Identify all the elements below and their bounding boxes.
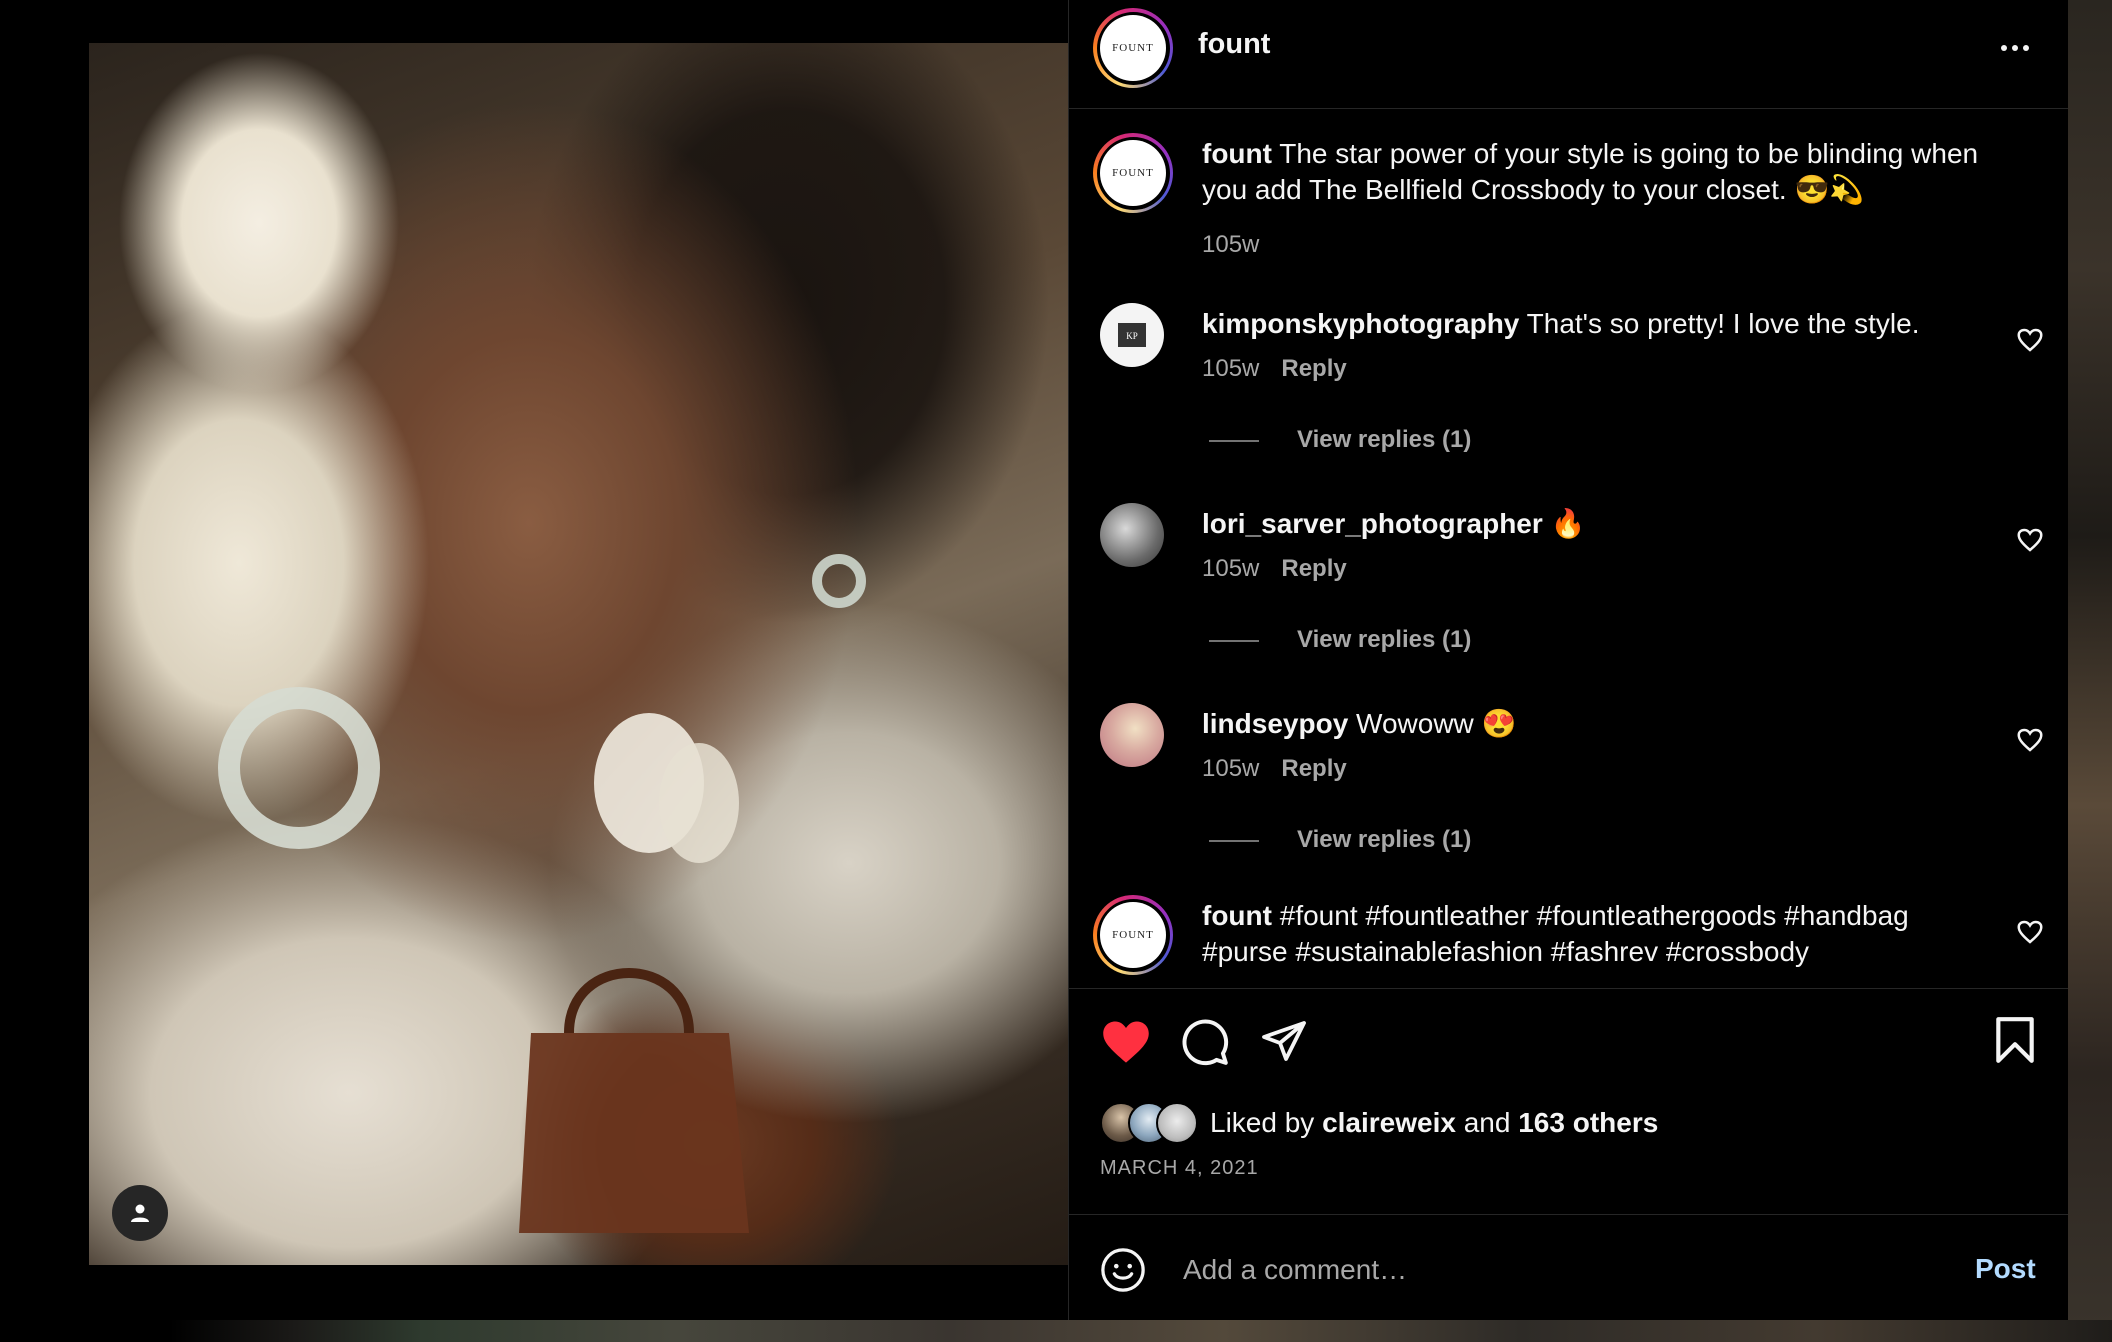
more-options-button[interactable] (1993, 30, 2037, 66)
share-icon[interactable] (1260, 1017, 1308, 1065)
emoji-icon[interactable] (1100, 1247, 1146, 1293)
bookmark-icon[interactable] (1993, 1015, 2037, 1065)
post-actions: Liked by claireweix and 163 others MARCH… (1069, 988, 2068, 1215)
comment-item: lindseypoy Wowoww 😍 105w Reply View repli… (1069, 703, 2068, 903)
fount-logo: FOUNT (1100, 902, 1166, 968)
commenter-avatar[interactable] (1100, 703, 1164, 767)
liker-avatar (1156, 1102, 1198, 1144)
caption-text: fount The star power of your style is go… (1202, 136, 1982, 208)
post-details-panel: FOUNT fount FOUNT fount The star power o… (1068, 0, 2068, 1320)
comment-item: lori_sarver_photographer 🔥 105w Reply Vie… (1069, 503, 2068, 703)
comments-list[interactable]: FOUNT fount The star power of your style… (1069, 108, 2068, 988)
comment-body: That's so pretty! I love the style. (1526, 308, 1920, 339)
reply-button[interactable]: Reply (1281, 355, 1346, 382)
comment-username[interactable]: fount (1202, 900, 1272, 931)
fount-logo: FOUNT (1100, 15, 1166, 81)
commenter-avatar[interactable]: KP (1100, 303, 1164, 367)
author-avatar[interactable]: FOUNT (1093, 8, 1173, 88)
view-replies-button[interactable]: View replies (1) (1209, 426, 1471, 454)
heart-icon[interactable] (2015, 917, 2045, 947)
heart-icon[interactable] (1100, 1017, 1152, 1065)
post-date: MARCH 4, 2021 (1100, 1157, 1259, 1179)
caption-avatar[interactable]: FOUNT (1093, 133, 1173, 213)
comment-meta: 105w Reply (1202, 355, 1347, 383)
heart-icon[interactable] (2015, 325, 2045, 355)
user-tag-icon (131, 1204, 149, 1222)
comment-text: lindseypoy Wowoww 😍 (1202, 706, 1982, 742)
comment-username[interactable]: lindseypoy (1202, 708, 1348, 739)
image-details (218, 554, 866, 1233)
commenter-avatar[interactable] (1100, 503, 1164, 567)
caption: FOUNT fount The star power of your style… (1069, 133, 2068, 273)
comment-meta: 105w Reply (1202, 555, 1347, 583)
comment-text: fount #fount #fountleather #fountleather… (1202, 898, 1982, 970)
comment-time: 105w (1202, 755, 1260, 782)
post-image[interactable] (89, 43, 1068, 1265)
comment-username[interactable]: lori_sarver_photographer (1202, 508, 1543, 539)
commenter-avatar[interactable]: FOUNT (1093, 895, 1173, 975)
comment-body: Wowoww 😍 (1356, 708, 1517, 739)
likes-summary[interactable]: Liked by claireweix and 163 others (1100, 1101, 1658, 1145)
heart-icon[interactable] (2015, 725, 2045, 755)
view-replies-button[interactable]: View replies (1) (1209, 626, 1471, 654)
svg-text:KP: KP (1126, 331, 1138, 341)
comment-body: 🔥 (1550, 508, 1586, 539)
comment-text: kimponskyphotography That's so pretty! I… (1202, 306, 1982, 342)
caption-username[interactable]: fount (1202, 138, 1272, 169)
fount-logo: FOUNT (1100, 140, 1166, 206)
tagged-users-button[interactable] (112, 1185, 168, 1241)
comment-composer: Post (1069, 1214, 2068, 1321)
comment-time: 105w (1202, 355, 1260, 382)
likes-text: Liked by claireweix and 163 others (1210, 1107, 1659, 1138)
comment-username[interactable]: kimponskyphotography (1202, 308, 1519, 339)
reply-button[interactable]: Reply (1281, 555, 1346, 582)
more-icon (2001, 45, 2007, 51)
post-button[interactable]: Post (1975, 1253, 2036, 1285)
liker-username[interactable]: claireweix (1322, 1107, 1456, 1138)
heart-icon[interactable] (2015, 525, 2045, 555)
comment-item: FOUNT fount #fount #fountleather #fountl… (1069, 895, 2068, 988)
author-username[interactable]: fount (1198, 28, 1270, 61)
caption-body: The star power of your style is going to… (1202, 138, 1979, 205)
comment-input[interactable] (1181, 1243, 1925, 1297)
caption-time: 105w (1202, 231, 1260, 258)
comment-item: KP kimponskyphotography That's so pretty… (1069, 303, 2068, 503)
comment-meta: 105w Reply (1202, 755, 1347, 783)
comment-body: #fount #fountleather #fountleathergoods … (1202, 900, 1909, 967)
view-replies-button[interactable]: View replies (1) (1209, 826, 1471, 854)
comment-icon[interactable] (1180, 1017, 1230, 1067)
likes-others[interactable]: 163 others (1518, 1107, 1658, 1138)
comment-time: 105w (1202, 555, 1260, 582)
reply-button[interactable]: Reply (1281, 755, 1346, 782)
comment-text: lori_sarver_photographer 🔥 (1202, 506, 1982, 542)
background-feed-bottom (0, 1320, 2112, 1342)
post-header: FOUNT fount (1069, 0, 2068, 109)
